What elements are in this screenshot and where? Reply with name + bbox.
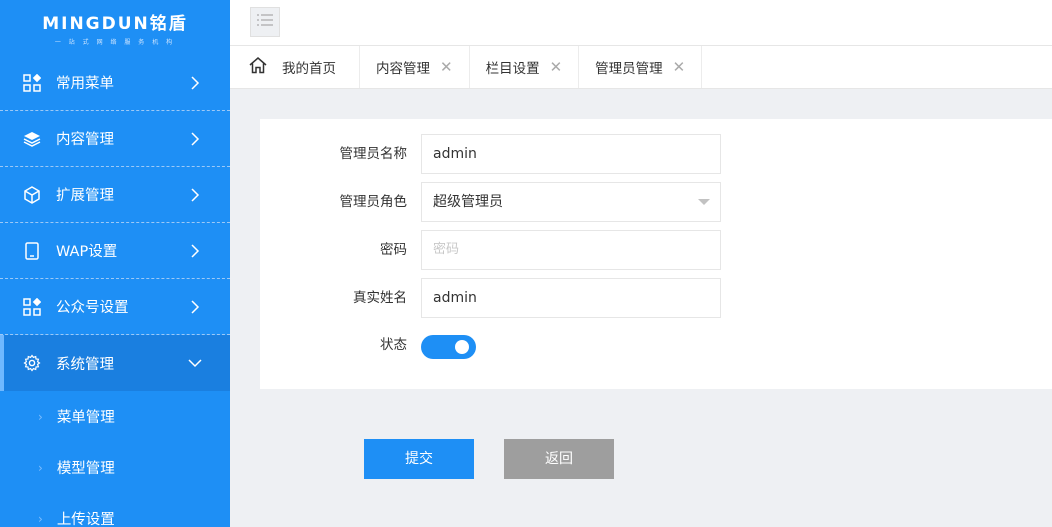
sidebar-subitem-upload-settings[interactable]: › 上传设置	[0, 493, 230, 527]
sidebar: MINGDUN铭盾 一 站 式 网 络 服 务 机 构 常用菜单 内容管理 扩展…	[0, 0, 230, 527]
toggle-knob	[455, 340, 469, 354]
real-name-input[interactable]: admin	[421, 278, 721, 318]
home-icon	[248, 56, 268, 78]
chevron-right-icon: ›	[38, 409, 43, 424]
apps-icon	[22, 73, 42, 93]
chevron-right-icon	[188, 299, 202, 314]
layers-icon	[22, 129, 42, 149]
form-row-name: 管理员名称 admin	[260, 134, 1052, 174]
form-row-password: 密码 密码	[260, 230, 1052, 270]
sidebar-subitem-label: 上传设置	[56, 512, 115, 527]
chevron-right-icon	[188, 131, 202, 146]
sidebar-item-system[interactable]: 系统管理	[0, 335, 230, 391]
cube-icon	[22, 185, 42, 205]
sidebar-item-extensions[interactable]: 扩展管理	[0, 167, 230, 223]
close-icon[interactable]: ✕	[550, 58, 563, 76]
chevron-right-icon: ›	[38, 511, 43, 526]
logo-title: MINGDUN铭盾	[42, 14, 188, 34]
close-icon[interactable]: ✕	[673, 58, 686, 76]
sidebar-item-label: 内容管理	[56, 132, 114, 148]
sidebar-item-common-menu[interactable]: 常用菜单	[0, 55, 230, 111]
admin-name-input[interactable]: admin	[421, 134, 721, 174]
tab-label: 栏目设置	[485, 61, 540, 77]
tab-label: 管理员管理	[595, 61, 663, 77]
gear-icon	[22, 353, 42, 373]
admin-role-value: 超级管理员	[433, 194, 503, 210]
sidebar-subitem-label: 菜单管理	[56, 410, 115, 426]
tab-label: 内容管理	[376, 61, 430, 77]
chevron-right-icon	[188, 187, 202, 202]
status-label: 状态	[380, 337, 407, 353]
sidebar-item-label: 系统管理	[56, 356, 114, 373]
sidebar-subitem-menu-management[interactable]: › 菜单管理	[0, 391, 230, 442]
tab-bar: 我的首页 内容管理 ✕ 栏目设置 ✕ 管理员管理 ✕	[230, 46, 1052, 89]
sidebar-subitem-label: 模型管理	[56, 461, 115, 477]
tab-home-label: 我的首页	[282, 61, 336, 77]
form-row-status: 状态	[260, 325, 1052, 365]
admin-role-label: 管理员角色	[339, 194, 408, 210]
sidebar-item-official-account[interactable]: 公众号设置	[0, 279, 230, 335]
mobile-icon	[22, 241, 42, 261]
sidebar-item-label: 扩展管理	[56, 188, 114, 204]
chevron-right-icon: ›	[38, 460, 43, 475]
sidebar-subitem-model-management[interactable]: › 模型管理	[0, 442, 230, 493]
sidebar-item-wap[interactable]: WAP设置	[0, 223, 230, 279]
tab-content-management[interactable]: 内容管理 ✕	[360, 46, 470, 88]
real-name-label: 真实姓名	[353, 290, 407, 306]
submit-button[interactable]: 提交	[364, 439, 474, 479]
menu-icon	[256, 13, 274, 31]
admin-role-select[interactable]: 超级管理员	[421, 182, 721, 222]
sidebar-item-label: 常用菜单	[56, 76, 114, 92]
chevron-right-icon	[188, 75, 202, 90]
top-bar	[230, 0, 1052, 46]
sidebar-item-label: 公众号设置	[56, 300, 129, 316]
sidebar-item-content[interactable]: 内容管理	[0, 111, 230, 167]
status-toggle[interactable]	[421, 335, 476, 359]
password-label: 密码	[380, 242, 407, 258]
admin-form: 管理员名称 admin 管理员角色 超级管理员 密码 密码 真实姓名 admin…	[260, 119, 1052, 389]
form-row-realname: 真实姓名 admin	[260, 278, 1052, 318]
menu-toggle-button[interactable]	[250, 7, 280, 37]
caret-down-icon	[698, 199, 710, 205]
tab-admin-management[interactable]: 管理员管理 ✕	[579, 46, 703, 88]
tab-column-settings[interactable]: 栏目设置 ✕	[470, 46, 580, 88]
sidebar-item-label: WAP设置	[56, 244, 118, 260]
apps-icon	[22, 297, 42, 317]
close-icon[interactable]: ✕	[440, 58, 453, 76]
logo: MINGDUN铭盾 一 站 式 网 络 服 务 机 构	[0, 0, 230, 55]
back-button[interactable]: 返回	[504, 439, 614, 479]
admin-name-label: 管理员名称	[339, 146, 408, 162]
logo-subtitle: 一 站 式 网 络 服 务 机 构	[54, 39, 176, 46]
chevron-right-icon	[188, 243, 202, 258]
password-input[interactable]: 密码	[421, 230, 721, 270]
form-row-role: 管理员角色 超级管理员	[260, 182, 1052, 222]
tab-home[interactable]: 我的首页	[230, 46, 360, 88]
chevron-down-icon	[188, 356, 202, 370]
